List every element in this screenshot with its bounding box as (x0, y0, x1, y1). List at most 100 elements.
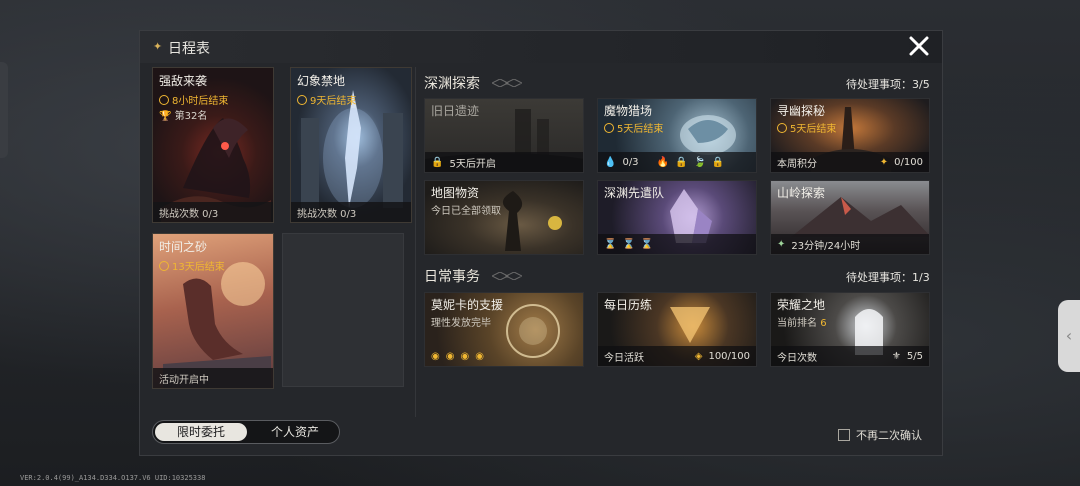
close-button[interactable] (906, 33, 932, 59)
abyss-card-mountain[interactable]: 山岭探索 ✦ 23分钟/24小时 (770, 180, 930, 255)
confirm-label: 不再二次确认 (856, 429, 922, 442)
card-subtitle: 今日已全部领取 (431, 206, 501, 217)
abyss-card-exploration[interactable]: 寻幽探秘 5天后结束 本周积分 ✦ 0/100 (770, 98, 930, 173)
daily-pending-count: 待处理事项：1/3 (846, 271, 930, 284)
expand-handle[interactable]: ‹ (1058, 300, 1080, 372)
daily-card-training[interactable]: 每日历练 今日活跃 ◈ 100/100 (597, 292, 757, 367)
panel-header: ✦ 日程表 (140, 31, 942, 63)
card-title: 魔物猎场 (604, 104, 653, 118)
card-title: 幻象禁地 (297, 74, 346, 88)
hourglass-icon: ⌛ (622, 238, 635, 250)
leaf-icon: 🍃 (693, 156, 706, 168)
close-icon (909, 36, 929, 56)
card-title: 强敌来袭 (159, 74, 208, 88)
card-footer: ◉ ◉ ◉ ◉ (425, 346, 583, 366)
hourglass-icon: ⌛ (640, 238, 654, 250)
rank-value: 6 (820, 318, 827, 329)
footer-label: 本周积分 (777, 158, 817, 170)
card-footer: 活动开启中 (153, 368, 273, 388)
column-divider (415, 67, 416, 417)
activity-icon: ◈ (694, 350, 703, 362)
footer-label: 今日活跃 (604, 352, 644, 364)
fire-icon: 🔥 (656, 156, 669, 168)
footer-text: 23分钟/24小时 (791, 240, 861, 252)
card-title: 莫妮卡的支援 (431, 298, 504, 312)
card-title: 山岭探索 (777, 186, 826, 200)
reward-icon: ◉ (475, 350, 484, 362)
lock-icon: 🔒 (675, 156, 688, 168)
spark-icon: ✦ (777, 238, 786, 250)
left-edge-tab[interactable] (0, 62, 8, 158)
schedule-panel: ✦ 日程表 强敌来袭 8小时后结束 🏆 第32名 挑战次数 0/3 幻象禁地 9… (139, 30, 943, 456)
abyss-card-map-supplies[interactable]: 地图物资 今日已全部领取 (424, 180, 584, 255)
version-text: VER:2.0.4(99)_A134.D334.O137.V6 UID:1032… (20, 474, 206, 482)
abyss-section-title: 深渊探索 (424, 76, 480, 92)
event-card-enemy-raid[interactable]: 强敌来袭 8小时后结束 🏆 第32名 挑战次数 0/3 (152, 67, 274, 223)
card-subtitle: 当前排名 6 (777, 314, 827, 329)
reward-icon: ◉ (445, 350, 455, 362)
daily-card-monica-support[interactable]: 莫妮卡的支援 理性发放完毕 ◉ ◉ ◉ ◉ (424, 292, 584, 367)
daily-card-glory-land[interactable]: 荣耀之地 当前排名 6 今日次数 ⚜ 5/5 (770, 292, 930, 367)
rank-row: 🏆 第32名 (159, 107, 207, 122)
view-toggle: 限时委托 个人资产 (152, 420, 340, 444)
footer-value: 100/100 (708, 350, 750, 362)
abyss-pending-count: 待处理事项：3/5 (846, 78, 930, 91)
card-title: 荣耀之地 (777, 298, 826, 312)
event-card-time-sand[interactable]: 时间之砂 13天后结束 活动开启中 (152, 233, 274, 389)
hourglass-icon: ⌛ (604, 238, 617, 250)
timer-text: 5天后结束 (790, 124, 837, 135)
card-footer: 今日活跃 ◈ 100/100 (598, 346, 756, 366)
clock-icon (297, 94, 307, 105)
reward-icon: ◉ (431, 350, 440, 362)
timer-text: 8小时后结束 (172, 96, 229, 107)
clock-icon (159, 94, 169, 105)
section-decoration-icon (492, 272, 522, 280)
lock-icon: 🔒 (711, 156, 725, 168)
skip-confirm-toggle[interactable]: 不再二次确认 (838, 427, 922, 443)
empty-event-slot (282, 233, 404, 387)
card-title: 地图物资 (431, 186, 480, 200)
card-footer: 🔒 5天后开启 (425, 152, 583, 172)
card-timer: 9天后结束 (297, 92, 356, 107)
card-subtitle: 理性发放完毕 (431, 318, 491, 329)
emblem-icon: ⚜ (891, 350, 901, 362)
card-footer: 💧 0/3 🔥 🔒 🍃 🔒 (598, 152, 756, 172)
reward-icon: ◉ (460, 350, 470, 362)
timer-text: 9天后结束 (310, 96, 357, 107)
abyss-card-vanguard[interactable]: 深渊先遣队 ⌛ ⌛ ⌛ (597, 180, 757, 255)
star-badge-icon: ✦ (879, 156, 889, 168)
card-footer: 挑战次数 0/3 (291, 202, 411, 222)
card-footer: 今日次数 ⚜ 5/5 (771, 346, 929, 366)
abyss-card-ruins[interactable]: 旧日遗迹 🔒 5天后开启 (424, 98, 584, 173)
lock-icon: 🔒 (431, 156, 444, 168)
card-timer: 5天后结束 (604, 120, 663, 135)
trophy-icon: 🏆 (159, 111, 172, 122)
timer-text: 5天后结束 (617, 124, 664, 135)
card-timer: 13天后结束 (159, 258, 225, 273)
panel-title: 日程表 (168, 41, 210, 57)
card-footer: ✦ 23分钟/24小时 (771, 234, 929, 254)
checkbox[interactable] (838, 429, 850, 441)
card-title: 寻幽探秘 (777, 104, 826, 118)
event-card-illusion-zone[interactable]: 幻象禁地 9天后结束 挑战次数 0/3 (290, 67, 412, 223)
footer-value: 0/3 (622, 156, 639, 168)
tab-limited-commission[interactable]: 限时委托 (155, 423, 247, 441)
card-title: 深渊先遣队 (604, 186, 665, 200)
chevron-left-icon: ‹ (1065, 326, 1073, 345)
card-footer: 挑战次数 0/3 (153, 202, 273, 222)
tab-personal-assets[interactable]: 个人资产 (253, 423, 337, 441)
clock-icon (604, 122, 614, 133)
rank-text: 第32名 (174, 111, 208, 122)
drop-icon: 💧 (604, 156, 617, 168)
footer-value: 5/5 (906, 350, 923, 362)
card-timer: 5天后结束 (777, 120, 836, 135)
clock-icon (159, 260, 169, 271)
section-decoration-icon (492, 79, 522, 87)
card-footer: ⌛ ⌛ ⌛ (598, 234, 756, 254)
footer-value: 0/100 (894, 156, 923, 168)
timer-text: 13天后结束 (172, 262, 225, 273)
abyss-card-monster-hunt[interactable]: 魔物猎场 5天后结束 💧 0/3 🔥 🔒 🍃 🔒 (597, 98, 757, 173)
footer-text: 5天后开启 (449, 158, 496, 170)
card-title: 时间之砂 (159, 240, 208, 254)
clock-icon (777, 122, 787, 133)
